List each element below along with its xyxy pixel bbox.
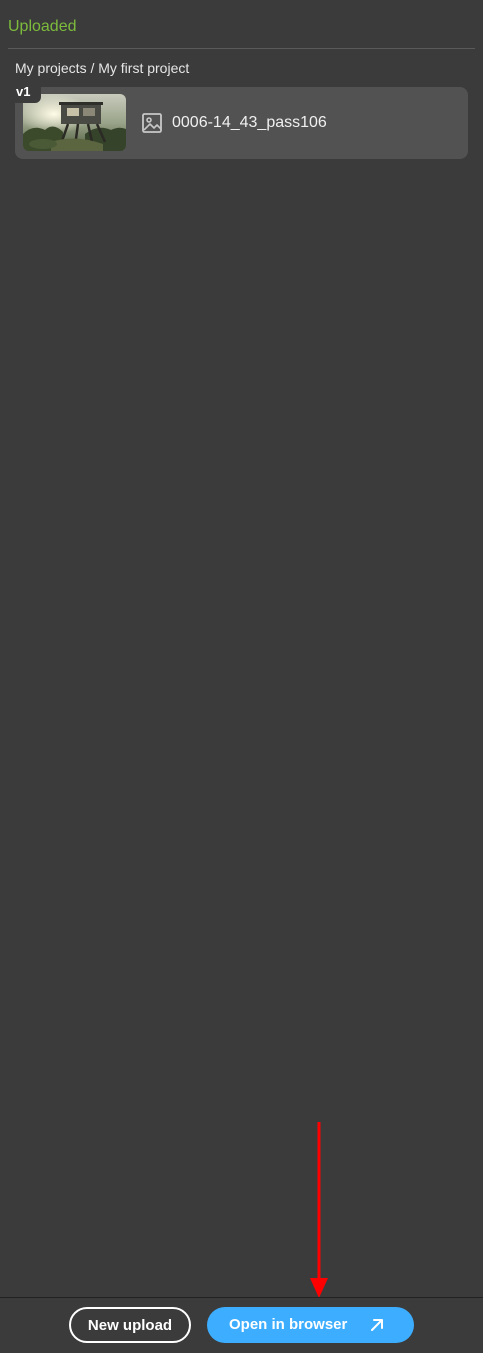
new-upload-button[interactable]: New upload [69,1307,191,1343]
footer-divider [0,1297,483,1298]
upload-panel: Uploaded My projects / My first project … [0,0,483,1353]
header-divider [8,48,475,49]
open-in-browser-button[interactable]: Open in browser [207,1307,414,1343]
arrow-up-right-icon [371,1319,383,1331]
uploaded-file-card[interactable]: 0006-14_43_pass106 [15,87,468,159]
house-render-thumbnail [23,94,126,151]
file-name[interactable]: 0006-14_43_pass106 [172,113,327,133]
upload-status-title: Uploaded [8,18,77,35]
image-icon [142,113,162,133]
file-thumbnail[interactable] [23,94,126,151]
version-badge: v1 [8,80,41,103]
red-arrow-annotation-icon [310,1122,328,1298]
breadcrumb[interactable]: My projects / My first project [15,59,189,77]
open-in-browser-label: Open in browser [229,1316,348,1333]
